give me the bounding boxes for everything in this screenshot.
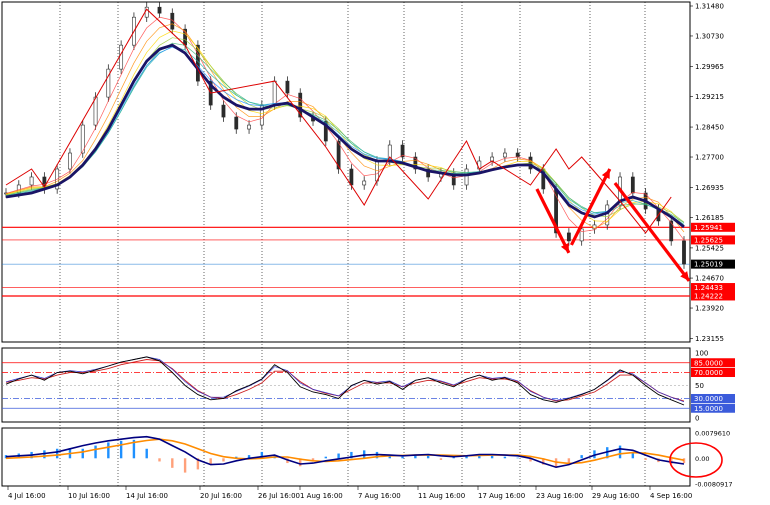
level-box-label: 1.25625: [694, 236, 723, 244]
macd-tick-label: -0.0080917: [695, 481, 733, 489]
macd-hist-bar: [324, 456, 328, 459]
macd-hist-bar: [503, 456, 507, 459]
macd-hist-bar: [618, 445, 622, 459]
price-tick-label: 1.23155: [695, 335, 724, 343]
macd-hist-bar: [171, 458, 174, 468]
stoch-tick-label: 50: [695, 382, 704, 390]
candle-body: [515, 152, 520, 158]
time-tick-label: 23 Aug 16:00: [536, 492, 583, 500]
stoch-level-label: 85.0000: [694, 359, 723, 367]
macd-hist-bar: [516, 457, 519, 459]
time-tick-label: 17 Aug 16:00: [478, 492, 525, 500]
macd-hist-bar: [158, 458, 161, 462]
macd-hist-bar: [107, 442, 110, 459]
candle-body: [362, 180, 367, 186]
price-tick-label: 1.29965: [695, 63, 724, 71]
macd-tick-label: 0.00: [695, 455, 709, 463]
stoch-tick-label: 0: [695, 415, 699, 423]
macd-hist-bar: [644, 458, 647, 460]
candle-body: [68, 152, 72, 170]
macd-hist-bar: [81, 448, 84, 459]
stoch-level-label: 30.0000: [694, 395, 723, 403]
candle-body: [490, 156, 495, 162]
time-tick-label: 1 Aug 16:00: [300, 492, 343, 500]
stoch-tick-label: 100: [695, 350, 708, 358]
candle-body: [272, 80, 277, 106]
time-tick-label: 10 Jul 16:00: [68, 492, 110, 500]
time-tick-label: 11 Aug 16:00: [418, 492, 465, 500]
time-tick-label: 14 Jul 16:00: [126, 492, 168, 500]
candle-body: [221, 104, 226, 118]
time-tick-label: 4 Sep 16:00: [650, 492, 692, 500]
level-box-label: 1.25941: [694, 224, 723, 232]
candle-body: [630, 176, 635, 194]
candle-body: [234, 116, 239, 130]
level-box-label: 1.24433: [694, 284, 723, 292]
candle-body: [93, 96, 98, 126]
price-tick-label: 1.28450: [695, 124, 724, 132]
stoch-level-label: 70.0000: [694, 369, 723, 377]
candle-body: [119, 44, 124, 70]
time-tick-label: 26 Jul 16:00: [258, 492, 300, 500]
stoch-level-label: 15.0000: [694, 405, 723, 413]
candle-body: [682, 240, 686, 265]
trading-chart[interactable]: 1.31480 1.30730 1.29965 1.29215 1.28450 1.277…: [0, 0, 770, 505]
candle-body: [157, 6, 162, 14]
candle-body: [247, 124, 251, 130]
macd-hist-bar: [94, 445, 97, 459]
macd-hist-bar: [490, 455, 494, 459]
candle-body: [29, 176, 34, 186]
price-tick-label: 1.26185: [695, 214, 724, 222]
macd-hist-bar: [222, 458, 225, 462]
macd-hist-bar: [337, 453, 340, 459]
price-tick-label: 1.23920: [695, 305, 724, 313]
macd-hist-bar: [145, 448, 148, 459]
price-tick-label: 1.26935: [695, 184, 724, 192]
price-tick-label: 1.25425: [695, 244, 724, 252]
macd-hist-bar: [426, 455, 430, 459]
price-tick-label: 1.24670: [695, 275, 724, 283]
chart-svg[interactable]: 1.31480 1.30730 1.29965 1.29215 1.28450 1.277…: [0, 0, 770, 505]
macd-hist-bar: [580, 455, 583, 459]
level-box-label: 1.24222: [694, 292, 723, 300]
time-tick-label: 20 Jul 16:00: [200, 492, 242, 500]
candle-body: [566, 232, 571, 242]
candle-body: [464, 168, 469, 186]
price-tick-label: 1.30730: [695, 32, 724, 40]
time-tick-label: 4 Jul 16:00: [8, 492, 46, 500]
price-tick-label: 1.29215: [695, 93, 724, 101]
candle-body: [285, 80, 290, 94]
time-tick-label: 29 Aug 16:00: [592, 492, 639, 500]
macd-hist-bar: [439, 458, 443, 460]
price-tick-label: 1.27700: [695, 154, 724, 162]
macd-tick-label: 0.0079610: [695, 430, 730, 438]
candle-body: [503, 152, 507, 158]
level-box-label: 1.25019: [694, 261, 723, 269]
price-tick-label: 1.31480: [695, 3, 724, 11]
time-tick-label: 7 Aug 16:00: [358, 492, 401, 500]
macd-hist-bar: [55, 448, 59, 459]
candle-body: [349, 168, 354, 186]
macd-hist-bar: [119, 440, 123, 459]
macd-hist-bar: [401, 456, 404, 459]
macd-hist-bar: [183, 458, 187, 473]
